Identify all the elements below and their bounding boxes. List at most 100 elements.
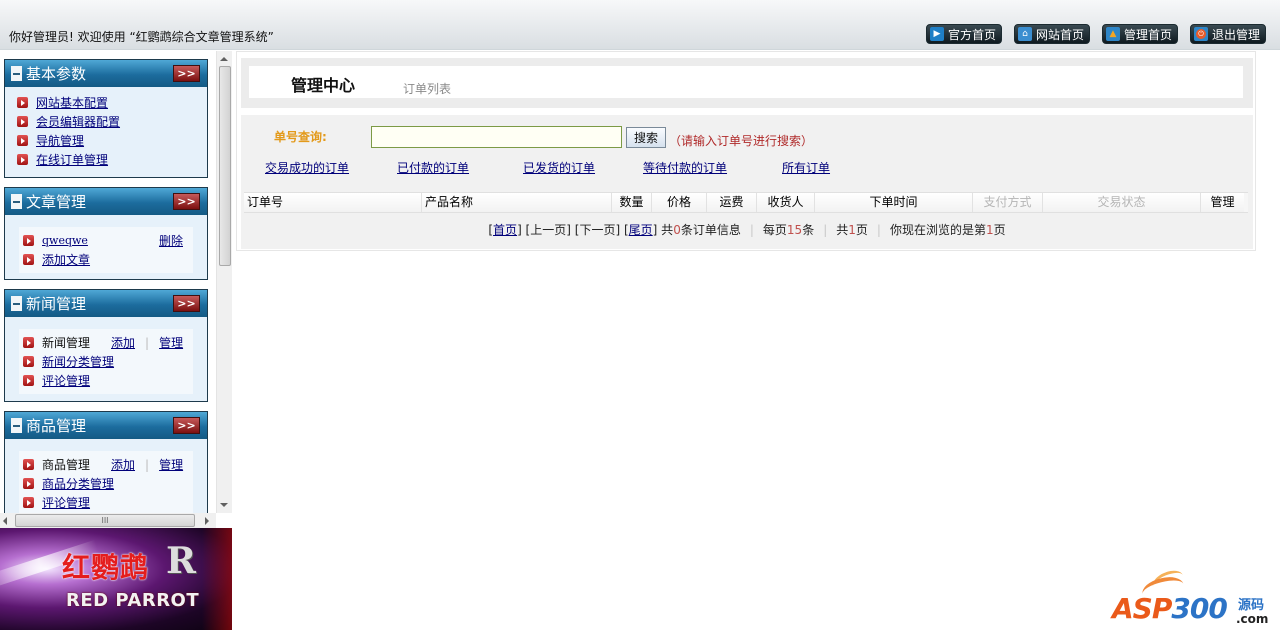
sidebar-item-news-comments: 评论管理 (23, 371, 189, 390)
expand-button[interactable]: >> (173, 417, 200, 434)
pages-prefix: 共 (836, 223, 849, 237)
scroll-right-arrow-icon[interactable] (205, 517, 209, 525)
column-header-product-name: 产品名称 (422, 193, 612, 212)
scroll-up-arrow-icon[interactable] (220, 57, 228, 61)
filter-shipped-orders[interactable]: 已发货的订单 (523, 159, 595, 176)
sidebar-link[interactable]: 新闻分类管理 (42, 353, 114, 370)
per-page-prefix: 每页 (762, 223, 787, 237)
expand-button[interactable]: >> (173, 65, 200, 82)
column-header-recipient: 收货人 (757, 193, 815, 212)
expand-button[interactable]: >> (173, 295, 200, 312)
arrow-bullet-icon (17, 97, 28, 108)
next-page-link[interactable]: 下一页 (579, 223, 615, 237)
page-title: 管理中心 (291, 76, 356, 95)
sidebar-section-basic: 基本参数 >> 网站基本配置 会员编辑器配置 导航管理 在线订单管理 (4, 59, 208, 178)
search-button[interactable]: 搜索 (626, 127, 666, 148)
admin-home-button[interactable]: ▲ 管理首页 (1101, 24, 1178, 44)
current-page-suffix: 页 (993, 223, 1006, 237)
sidebar-item-site-config: 网站基本配置 (17, 93, 197, 112)
section-header[interactable]: 商品管理 >> (5, 412, 207, 439)
collapse-icon[interactable] (11, 66, 22, 81)
arrow-bullet-icon (23, 356, 34, 367)
sidebar-item-product-manage: 商品管理 添加 | 管理 (23, 455, 189, 474)
pagination: [首页] [上一页] [下一页] [尾页] 共0条订单信息 | 每页15条 | 共1页 |… (488, 223, 1006, 237)
collapse-icon[interactable] (11, 194, 22, 209)
filter-awaiting-payment-orders[interactable]: 等待付款的订单 (643, 159, 727, 176)
sidebar-item-product-comments: 评论管理 (23, 493, 189, 512)
page-count: 1 (848, 223, 856, 237)
section-header[interactable]: 文章管理 >> (5, 188, 207, 215)
collapse-icon[interactable] (11, 296, 22, 311)
total-prefix: 共 (661, 223, 674, 237)
arrow-bullet-icon (23, 459, 34, 470)
separator: | (145, 335, 150, 350)
filter-completed-orders[interactable]: 交易成功的订单 (265, 159, 349, 176)
sidebar-item-label: 新闻管理 (42, 336, 91, 350)
scroll-thumb[interactable]: III (15, 514, 195, 527)
separator: | (145, 457, 150, 472)
total-count: 0 (673, 223, 681, 237)
last-page-link[interactable]: 尾页 (629, 223, 653, 237)
column-header-order-time: 下单时间 (815, 193, 973, 212)
arrow-bullet-icon (17, 135, 28, 146)
prev-page-link[interactable]: 上一页 (530, 223, 566, 237)
scroll-left-arrow-icon[interactable] (3, 517, 7, 525)
sidebar-item-add-article: 添加文章 (23, 250, 189, 269)
order-number-input[interactable] (371, 126, 622, 148)
column-header-shipping: 运费 (707, 193, 757, 212)
separator: | (749, 223, 754, 237)
order-search-label: 单号查询: (274, 130, 327, 144)
sidebar-item-editor-config: 会员编辑器配置 (17, 112, 197, 131)
column-header-price: 价格 (652, 193, 707, 212)
add-news-link[interactable]: 添加 (111, 334, 135, 351)
sidebar-link[interactable]: 在线订单管理 (36, 151, 108, 168)
admin-home-label: 管理首页 (1123, 27, 1172, 42)
sidebar-link[interactable]: 会员编辑器配置 (36, 113, 120, 130)
sidebar-link[interactable]: 导航管理 (36, 132, 84, 149)
manage-product-link[interactable]: 管理 (159, 456, 183, 473)
sidebar-section-products: 商品管理 >> 商品管理 添加 | 管理 商品分类管理 评论管理 (4, 411, 208, 528)
sidebar-link[interactable]: 网站基本配置 (36, 94, 108, 111)
play-icon: ▶ (929, 27, 944, 41)
delete-article-link[interactable]: 删除 (159, 232, 183, 249)
sidebar-item-nav-manage: 导航管理 (17, 131, 197, 150)
section-header[interactable]: 基本参数 >> (5, 60, 207, 87)
arrow-bullet-icon (23, 337, 34, 348)
house-icon: ⌂ (1017, 27, 1032, 41)
banner-logo-mark: R (166, 540, 196, 582)
top-nav: ▶ 官方首页 ⌂ 网站首页 ▲ 管理首页 ⏻ 退出管理 (925, 24, 1266, 44)
section-header[interactable]: 新闻管理 >> (5, 290, 207, 317)
logout-button[interactable]: ⏻ 退出管理 (1189, 24, 1266, 44)
pages-suffix: 页 (855, 223, 868, 237)
filter-paid-orders[interactable]: 已付款的订单 (397, 159, 469, 176)
first-page-link[interactable]: 首页 (493, 223, 517, 237)
arrow-bullet-icon (17, 116, 28, 127)
scroll-thumb[interactable] (219, 66, 231, 266)
order-panel: 单号查询: 搜索 （请输入订单号进行搜索） 交易成功的订单 已付款的订单 已发货… (241, 115, 1253, 249)
section-title: 新闻管理 (26, 295, 87, 313)
logo-300: 300 (1171, 592, 1227, 625)
total-suffix: 条订单信息 (680, 223, 741, 237)
power-icon: ⏻ (1193, 27, 1208, 41)
separator: | (876, 223, 881, 237)
sidebar-item-news-manage: 新闻管理 添加 | 管理 (23, 333, 189, 352)
official-home-button[interactable]: ▶ 官方首页 (925, 24, 1002, 44)
sidebar-link[interactable]: 评论管理 (42, 372, 90, 389)
sidebar-vertical-scrollbar[interactable] (216, 51, 232, 513)
filter-all-orders[interactable]: 所有订单 (782, 159, 830, 176)
site-home-button[interactable]: ⌂ 网站首页 (1013, 24, 1090, 44)
article-link[interactable]: qweqwe (42, 234, 88, 247)
sidebar-link[interactable]: 添加文章 (42, 251, 90, 268)
expand-button[interactable]: >> (173, 193, 200, 210)
column-header-payment-method: 支付方式 (973, 193, 1043, 212)
scroll-down-arrow-icon[interactable] (220, 503, 228, 507)
sidebar-horizontal-scrollbar[interactable]: III (0, 513, 216, 528)
page-header: 管理中心 订单列表 (241, 58, 1253, 108)
collapse-icon[interactable] (11, 418, 22, 433)
sidebar-link[interactable]: 评论管理 (42, 494, 90, 511)
arrow-bullet-icon (23, 235, 34, 246)
manage-news-link[interactable]: 管理 (159, 334, 183, 351)
add-product-link[interactable]: 添加 (111, 456, 135, 473)
sidebar-link[interactable]: 商品分类管理 (42, 475, 114, 492)
per-page-suffix: 条 (802, 223, 815, 237)
